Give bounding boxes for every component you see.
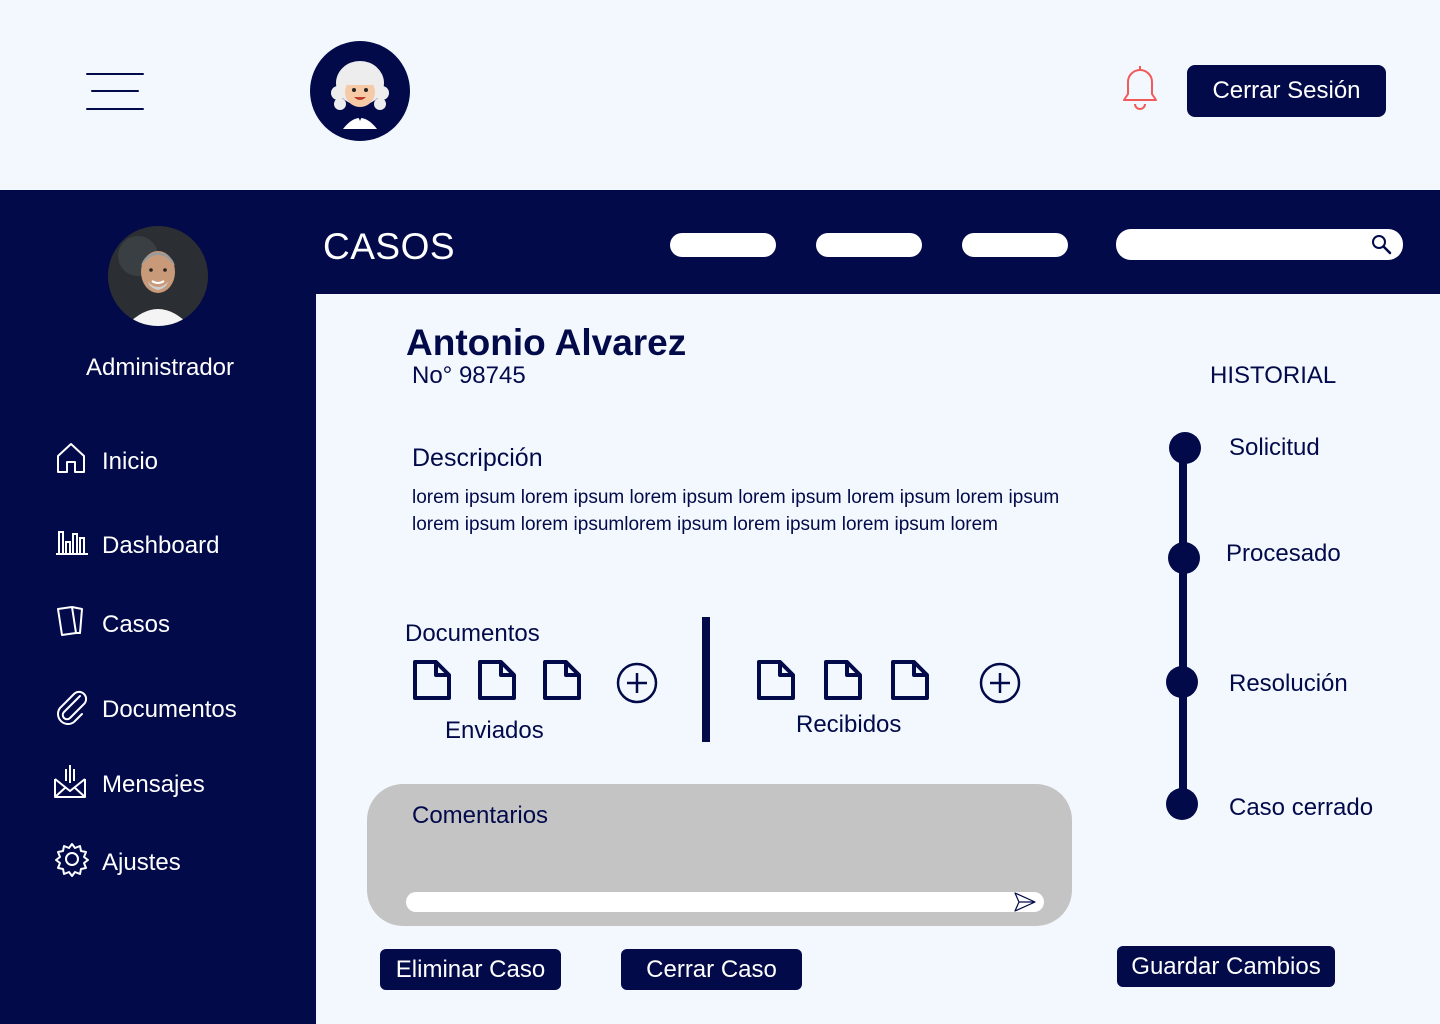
sidebar-item-label: Dashboard	[102, 532, 220, 559]
cards-icon	[52, 603, 90, 641]
timeline-step: Procesado	[1226, 540, 1341, 567]
filter-pill-3[interactable]	[962, 233, 1068, 257]
document-icon[interactable]	[890, 659, 930, 701]
sent-label: Enviados	[445, 717, 544, 744]
filter-pill-1[interactable]	[670, 233, 776, 257]
comments-title: Comentarios	[412, 802, 549, 829]
description-text: lorem ipsum lorem ipsum lorem ipsum lore…	[412, 487, 1060, 535]
document-icon[interactable]	[542, 659, 582, 701]
close-case-button[interactable]: Cerrar Caso	[621, 949, 802, 990]
case-detail-panel: Antonio Alvarez No° 98745 Descripción lo…	[316, 294, 1440, 1024]
sidebar-item-label: Ajustes	[102, 849, 181, 876]
cases-bar: CASOS	[316, 190, 1440, 294]
documents-divider	[702, 617, 710, 742]
sidebar-item-dashboard[interactable]: Dashboard	[52, 524, 292, 568]
comment-input[interactable]	[406, 892, 1044, 912]
section-title: CASOS	[323, 226, 456, 267]
document-icon[interactable]	[756, 659, 796, 701]
search-input[interactable]	[1116, 229, 1403, 260]
document-icon[interactable]	[823, 659, 863, 701]
document-icon[interactable]	[412, 659, 452, 701]
filter-pill-2[interactable]	[816, 233, 922, 257]
sidebar-item-inicio[interactable]: Inicio	[52, 440, 292, 484]
add-received-document-icon[interactable]	[979, 662, 1021, 704]
comments-box: Comentarios	[367, 784, 1072, 926]
received-label: Recibidos	[796, 711, 902, 738]
search-icon[interactable]	[1370, 233, 1394, 257]
timeline-dot	[1169, 432, 1201, 464]
timeline-dot	[1166, 666, 1198, 698]
client-name: Antonio Alvarez	[406, 322, 687, 363]
sidebar-item-label: Inicio	[102, 448, 159, 475]
send-icon[interactable]	[1013, 891, 1037, 913]
user-role: Administrador	[85, 354, 235, 381]
gear-icon	[52, 841, 90, 879]
judge-wig-logo	[310, 41, 410, 141]
timeline-step: Caso cerrado	[1229, 794, 1374, 821]
add-sent-document-icon[interactable]	[616, 662, 658, 704]
sidebar-item-mensajes[interactable]: Mensajes	[52, 763, 292, 807]
sidebar-item-documentos[interactable]: Documentos	[52, 688, 292, 732]
documents-title: Documentos	[405, 620, 540, 647]
timeline-line	[1179, 446, 1187, 806]
logout-button[interactable]: Cerrar Sesión	[1187, 65, 1386, 117]
save-changes-button[interactable]: Guardar Cambios	[1117, 946, 1335, 987]
sidebar-item-ajustes[interactable]: Ajustes	[52, 841, 292, 885]
home-icon	[52, 440, 90, 478]
timeline-step: Resolución	[1229, 670, 1348, 697]
description-title: Descripción	[412, 444, 543, 472]
sidebar-item-label: Documentos	[102, 696, 237, 723]
sidebar-item-casos[interactable]: Casos	[52, 603, 292, 647]
sidebar-item-label: Mensajes	[102, 771, 205, 798]
top-header: Cerrar Sesión	[0, 0, 1440, 190]
timeline-step: Solicitud	[1229, 434, 1320, 461]
case-number: No° 98745	[412, 362, 526, 389]
timeline-dot	[1166, 788, 1198, 820]
sidebar-item-label: Casos	[102, 611, 171, 638]
hamburger-menu-icon[interactable]	[86, 70, 146, 114]
bar-chart-icon	[52, 524, 90, 562]
delete-case-button[interactable]: Eliminar Caso	[380, 949, 561, 990]
avatar	[108, 226, 208, 326]
bell-icon[interactable]	[1116, 62, 1164, 114]
sidebar: Administrador Inicio Dashboard Casos Doc…	[0, 190, 316, 1024]
paperclip-icon	[52, 688, 90, 726]
document-icon[interactable]	[477, 659, 517, 701]
mail-icon	[52, 763, 90, 801]
history-title: HISTORIAL	[1210, 362, 1337, 389]
timeline-dot	[1168, 542, 1200, 574]
